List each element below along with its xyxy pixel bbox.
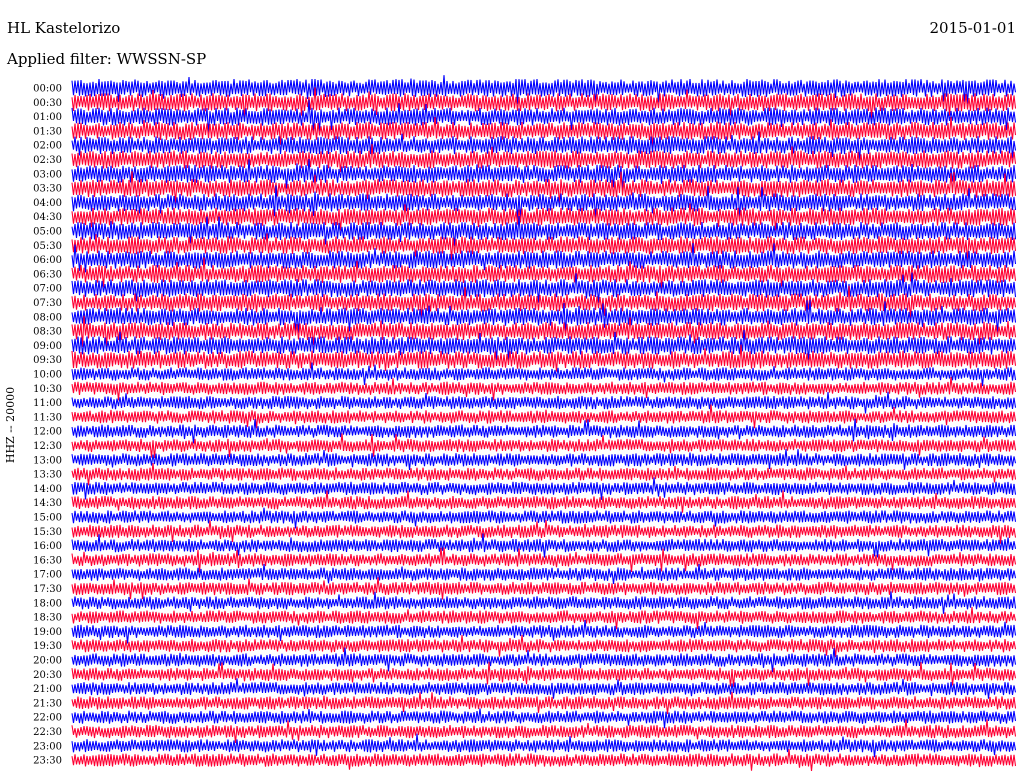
row-label: 19:30: [33, 641, 62, 652]
row-label: 20:00: [33, 656, 62, 667]
row-label: 01:00: [33, 112, 62, 123]
row-label: 06:30: [33, 269, 62, 280]
row-label: 12:00: [33, 427, 62, 438]
trace-group: [71, 75, 1017, 771]
row-label: 10:30: [33, 384, 62, 395]
row-label: 22:00: [33, 713, 62, 724]
row-label: 01:30: [33, 126, 62, 137]
row-label: 11:30: [33, 412, 62, 423]
row-label: 04:00: [33, 198, 62, 209]
row-label: 13:00: [33, 455, 62, 466]
row-label: 02:30: [33, 155, 62, 166]
row-label: 19:00: [33, 627, 62, 638]
trace-row-1730: [71, 577, 1017, 600]
row-label: 15:00: [33, 513, 62, 524]
row-label: 13:30: [33, 470, 62, 481]
row-label: 04:30: [33, 212, 62, 223]
row-label: 07:00: [33, 284, 62, 295]
row-label: 22:30: [33, 727, 62, 738]
row-label: 00:30: [33, 98, 62, 109]
trace-row-2300: [71, 733, 1017, 758]
row-label: 10:00: [33, 370, 62, 381]
row-label: 23:00: [33, 741, 62, 752]
row-label: 14:00: [33, 484, 62, 495]
trace-row-1500: [71, 507, 1017, 529]
row-label: 07:30: [33, 298, 62, 309]
row-label: 23:30: [33, 756, 62, 767]
helicorder-plot: 00:00 00:30 01:00 01:30 02:00 02:30 03:00 03:30…: [4, 75, 1017, 771]
row-label: 18:00: [33, 598, 62, 609]
row-label: 17:30: [33, 584, 62, 595]
trace-row-1100: [71, 391, 1017, 414]
row-label: 05:00: [33, 227, 62, 238]
trace-row-1530: [71, 519, 1017, 544]
y-axis-label: HHZ -- 20000: [4, 387, 17, 463]
row-label-group: 00:00 00:30 01:00 01:30 02:00 02:30 03:00 03:30…: [33, 84, 62, 767]
row-label: 18:30: [33, 613, 62, 624]
trace-row-2100: [71, 678, 1017, 699]
row-label: 08:00: [33, 312, 62, 323]
row-label: 16:00: [33, 541, 62, 552]
row-label: 12:30: [33, 441, 62, 452]
row-label: 20:30: [33, 670, 62, 681]
row-label: 09:30: [33, 355, 62, 366]
row-label: 11:00: [33, 398, 62, 409]
row-label: 03:00: [33, 169, 62, 180]
trace-row-1800: [71, 591, 1017, 614]
row-label: 16:30: [33, 555, 62, 566]
row-label: 15:30: [33, 527, 62, 538]
row-label: 02:00: [33, 141, 62, 152]
row-label: 08:30: [33, 327, 62, 338]
trace-row-2130: [71, 691, 1017, 715]
row-label: 06:00: [33, 255, 62, 266]
trace-row-1930: [71, 634, 1017, 658]
row-label: 05:30: [33, 241, 62, 252]
row-label: 00:00: [33, 84, 62, 95]
trace-row-1700: [71, 564, 1017, 584]
trace-row-1200: [71, 418, 1017, 444]
row-label: 17:00: [33, 570, 62, 581]
trace-row-1300: [71, 449, 1017, 470]
trace-row-1830: [71, 607, 1017, 630]
row-label: 14:30: [33, 498, 62, 509]
trace-row-2230: [71, 719, 1017, 743]
row-label: 03:30: [33, 184, 62, 195]
row-label: 21:00: [33, 684, 62, 695]
row-label: 21:30: [33, 698, 62, 709]
row-label: 09:00: [33, 341, 62, 352]
